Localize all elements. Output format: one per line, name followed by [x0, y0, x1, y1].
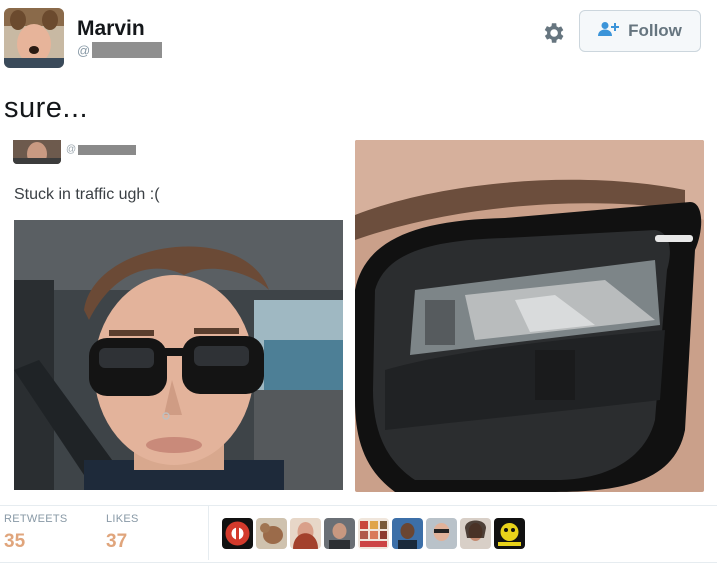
liker-avatar[interactable]	[460, 518, 491, 549]
sunglasses-closeup-image[interactable]	[355, 140, 704, 492]
likers-list	[222, 518, 525, 549]
likes-stat[interactable]: LIKES 37	[106, 513, 139, 553]
stats-vertical-divider	[208, 506, 209, 560]
quoted-handle-prefix: @	[66, 144, 77, 155]
add-user-icon	[598, 21, 620, 42]
likes-count: 37	[106, 531, 128, 552]
selfie-photo	[14, 220, 343, 490]
liker-avatar[interactable]	[324, 518, 355, 549]
stats-divider-bottom	[0, 562, 717, 563]
quoted-tweet-image[interactable]: @ Stuck in traffic ugh :(	[0, 140, 346, 492]
tweet-text: sure...	[4, 92, 89, 124]
display-name[interactable]: Marvin	[77, 17, 145, 41]
liker-avatar[interactable]	[222, 518, 253, 549]
username[interactable]: @	[77, 42, 163, 58]
retweets-count: 35	[4, 531, 26, 552]
gear-icon[interactable]	[540, 20, 566, 46]
follow-label: Follow	[628, 21, 682, 40]
quoted-text: Stuck in traffic ugh :(	[14, 186, 160, 203]
quoted-handle-redaction	[78, 144, 137, 155]
quoted-handle: @	[66, 144, 137, 155]
quoted-avatar	[13, 140, 61, 164]
handle-prefix: @	[77, 42, 91, 58]
retweets-label: RETWEETS	[4, 513, 68, 525]
handle-redaction	[92, 42, 163, 58]
liker-avatar[interactable]	[426, 518, 457, 549]
stats-divider-top	[0, 505, 717, 506]
liker-avatar[interactable]	[358, 518, 389, 549]
liker-avatar[interactable]	[392, 518, 423, 549]
liker-avatar[interactable]	[256, 518, 287, 549]
retweets-stat[interactable]: RETWEETS 35	[4, 513, 68, 553]
avatar[interactable]	[4, 8, 64, 68]
liker-avatar[interactable]	[290, 518, 321, 549]
follow-button[interactable]: Follow	[579, 10, 701, 52]
likes-label: LIKES	[106, 513, 139, 525]
liker-avatar[interactable]	[494, 518, 525, 549]
